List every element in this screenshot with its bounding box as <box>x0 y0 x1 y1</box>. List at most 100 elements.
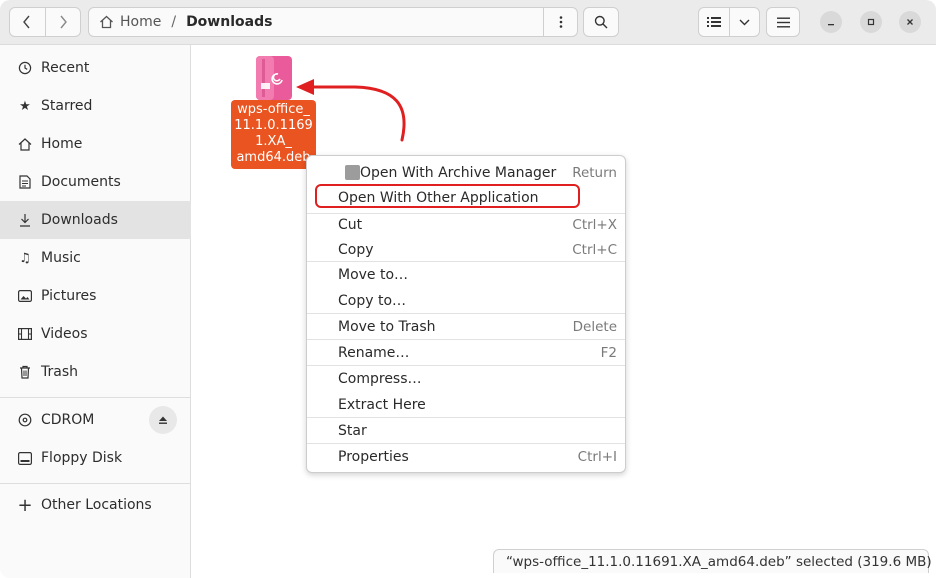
vertical-dots-icon <box>559 16 562 28</box>
path-current-folder[interactable]: Downloads <box>186 14 272 30</box>
header-bar: Home / Downloads <box>0 0 936 45</box>
drive-icon <box>18 451 32 465</box>
list-view-icon <box>707 17 721 27</box>
path-bar: Home / Downloads <box>88 7 578 37</box>
status-bar: “wps-office_11.1.0.11691.XA_amd64.deb” s… <box>493 549 932 573</box>
menu-item-move-to-trash[interactable]: Move to Trash Delete <box>313 314 621 340</box>
menu-item-label: Open With Archive Manager <box>360 165 557 181</box>
file-manager-window: Home / Downloads Recent ★ Starred Home D… <box>0 0 936 578</box>
star-icon: ★ <box>19 98 31 114</box>
menu-item-label: Star <box>338 423 367 439</box>
menu-item-copy[interactable]: Copy Ctrl+C <box>313 237 621 263</box>
picture-icon <box>18 289 32 303</box>
menu-item-copy-to[interactable]: Copy to… <box>313 288 621 314</box>
menu-item-label: Compress… <box>338 371 422 387</box>
menu-item-label: Cut <box>338 217 363 233</box>
eject-button[interactable] <box>149 406 177 434</box>
menu-item-label: Extract Here <box>338 397 426 413</box>
sidebar-item-starred[interactable]: ★ Starred <box>0 87 191 125</box>
forward-button[interactable] <box>44 8 80 36</box>
sidebar-item-home[interactable]: Home <box>0 125 191 163</box>
maximize-icon <box>867 18 875 26</box>
disc-icon <box>18 413 32 427</box>
sidebar-item-music[interactable]: ♫ Music <box>0 239 191 277</box>
menu-item-rename[interactable]: Rename… F2 <box>313 340 621 366</box>
file-name-line: wps-office_ <box>237 102 310 117</box>
navigation-buttons <box>9 7 81 37</box>
view-options-group <box>698 7 760 37</box>
sidebar-item-floppy-disk[interactable]: Floppy Disk <box>0 439 191 477</box>
minimize-icon <box>828 24 834 26</box>
sidebar-divider <box>0 397 191 398</box>
path-home-label: Home <box>120 14 162 30</box>
document-icon <box>18 175 32 189</box>
sidebar-item-label: Videos <box>41 326 88 342</box>
sidebar-item-label: Pictures <box>41 288 97 304</box>
download-icon <box>18 213 32 227</box>
highlight-box <box>315 184 580 208</box>
menu-item-open-with-archive-manager[interactable]: Open With Archive Manager Return <box>313 160 621 186</box>
close-button[interactable] <box>899 11 921 33</box>
sidebar-item-downloads[interactable]: Downloads <box>0 201 191 239</box>
trash-icon <box>18 365 32 379</box>
close-icon <box>907 19 913 25</box>
menu-item-accel: F2 <box>600 345 617 361</box>
film-icon <box>18 327 32 341</box>
menu-item-label: Move to… <box>338 267 409 283</box>
menu-item-label: Properties <box>338 449 409 465</box>
menu-item-label: Move to Trash <box>338 319 436 335</box>
debian-package-icon[interactable] <box>255 53 293 101</box>
home-icon <box>18 137 32 151</box>
sidebar-item-label: Starred <box>41 98 93 114</box>
minimize-button[interactable] <box>820 11 842 33</box>
menu-item-accel: Delete <box>572 319 617 335</box>
sidebar-item-videos[interactable]: Videos <box>0 315 191 353</box>
status-text: “wps-office_11.1.0.11691.XA_amd64.deb” s… <box>506 553 932 570</box>
menu-item-extract-here[interactable]: Extract Here <box>313 392 621 418</box>
menu-item-cut[interactable]: Cut Ctrl+X <box>313 212 621 238</box>
sidebar-item-cdrom[interactable]: CDROM <box>0 401 191 439</box>
menu-item-move-to[interactable]: Move to… <box>313 262 621 288</box>
chevron-left-icon <box>23 15 31 29</box>
sidebar-item-label: CDROM <box>41 412 95 428</box>
file-name-line: 11.1.0.1169 <box>234 118 313 133</box>
sidebar-item-documents[interactable]: Documents <box>0 163 191 201</box>
menu-item-label: Copy to… <box>338 293 407 309</box>
search-button[interactable] <box>583 7 619 37</box>
chevron-down-icon <box>739 19 750 26</box>
menu-item-accel: Ctrl+X <box>572 217 617 233</box>
home-icon <box>100 15 113 29</box>
sidebar-item-other-locations[interactable]: + Other Locations <box>0 486 191 524</box>
plus-icon: + <box>17 494 33 516</box>
sidebar-item-pictures[interactable]: Pictures <box>0 277 191 315</box>
path-home-button[interactable]: Home <box>89 14 161 30</box>
file-name-line: amd64.deb <box>236 150 311 165</box>
archive-manager-icon <box>345 165 360 180</box>
menu-item-label: Rename… <box>338 345 410 361</box>
menu-item-label: Copy <box>338 242 374 258</box>
sidebar-item-label: Floppy Disk <box>41 450 123 466</box>
menu-item-accel: Ctrl+I <box>577 449 617 465</box>
path-menu-button[interactable] <box>543 8 577 36</box>
menu-item-star[interactable]: Star <box>313 418 621 444</box>
main-menu-button[interactable] <box>766 7 800 37</box>
list-view-button[interactable] <box>699 8 730 36</box>
sidebar-item-label: Recent <box>41 60 90 76</box>
menu-item-accel: Return <box>572 165 617 181</box>
file-name-label[interactable]: wps-office_ 11.1.0.1169 1.XA_ amd64.deb <box>231 100 316 169</box>
menu-item-properties[interactable]: Properties Ctrl+I <box>313 444 621 470</box>
sidebar-item-trash[interactable]: Trash <box>0 353 191 391</box>
clock-icon <box>18 61 32 75</box>
menu-item-compress[interactable]: Compress… <box>313 366 621 392</box>
sidebar-item-label: Trash <box>41 364 78 380</box>
sidebar-item-label: Other Locations <box>41 497 152 513</box>
sidebar: Recent ★ Starred Home Documents Download… <box>0 45 191 578</box>
sidebar-divider <box>0 483 191 484</box>
view-dropdown-button[interactable] <box>730 8 759 36</box>
maximize-button[interactable] <box>860 11 882 33</box>
back-button[interactable] <box>10 8 45 36</box>
sidebar-item-recent[interactable]: Recent <box>0 49 191 87</box>
menu-item-accel: Ctrl+C <box>572 242 617 258</box>
sidebar-item-label: Home <box>41 136 83 152</box>
sidebar-item-label: Music <box>41 250 81 266</box>
